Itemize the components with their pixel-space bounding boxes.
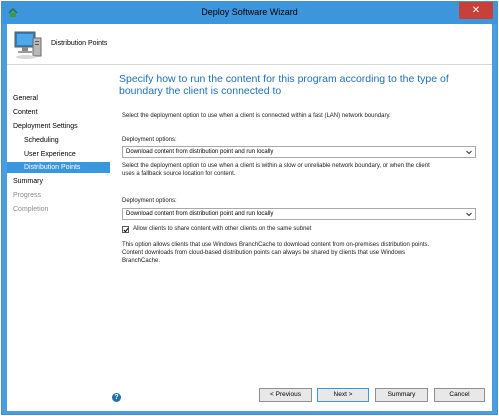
nav-item-content[interactable]: Content [7, 107, 110, 118]
help-icon[interactable]: ? [112, 393, 121, 402]
page-title: Distribution Points [51, 40, 108, 47]
nav-item-summary[interactable]: Summary [7, 176, 110, 187]
next-button[interactable]: Next > [317, 388, 369, 402]
wizard-window: Deploy Software Wizard ✕ Distribution Po… [1, 1, 498, 415]
deployment-options-label-1: Deployment options: [122, 137, 177, 143]
deployment-options-value-2: Download content from distribution point… [126, 211, 274, 217]
computer-monitor-icon [14, 31, 42, 59]
nav-item-progress: Progress [13, 192, 42, 199]
checkmark-icon [123, 227, 129, 233]
nav-item-deployment-settings[interactable]: Deployment Settings [7, 121, 110, 132]
wizard-header: Distribution Points [7, 24, 492, 65]
previous-button[interactable]: < Previous [259, 388, 312, 402]
wizard-body: Distribution Points General Content Depl… [7, 24, 492, 411]
nav-item-distribution-points[interactable]: Distribution Points [7, 162, 110, 173]
nav-item-scheduling[interactable]: Scheduling [7, 135, 110, 146]
fast-boundary-description: Select the deployment option to use when… [122, 113, 391, 119]
share-content-checkbox[interactable] [122, 226, 129, 233]
title-bar: Deploy Software Wizard ✕ [2, 2, 497, 24]
slow-boundary-description-line1: Select the deployment option to use when… [122, 163, 430, 169]
deployment-options-select-slow[interactable]: Download content from distribution point… [122, 208, 476, 220]
branchcache-description-line3: BranchCache. [122, 258, 161, 264]
close-button[interactable]: ✕ [459, 2, 493, 19]
slow-boundary-description-line2: uses a fallback source location for cont… [122, 171, 236, 177]
chevron-down-icon [466, 212, 472, 217]
branchcache-description-line2: Content downloads from cloud-based distr… [122, 250, 406, 256]
chevron-down-icon [466, 150, 472, 155]
nav-item-general[interactable]: General [7, 93, 110, 104]
nav-item-completion: Completion [13, 206, 49, 213]
deployment-options-label-2: Deployment options: [122, 198, 177, 204]
main-panel: Specify how to run the content for this … [110, 66, 492, 379]
nav-item-user-experience[interactable]: User Experience [7, 149, 110, 160]
cancel-button[interactable]: Cancel [434, 388, 485, 402]
share-content-label[interactable]: Allow clients to share content with othe… [133, 226, 311, 234]
branchcache-description-line1: This option allows clients that use Wind… [122, 242, 430, 248]
summary-button[interactable]: Summary [375, 388, 428, 402]
main-heading: Specify how to run the content for this … [119, 73, 449, 97]
wizard-footer: ? < Previous Next > Summary Cancel [7, 379, 492, 411]
wizard-nav: General Content Deployment Settings Sche… [7, 66, 110, 411]
window-title: Deploy Software Wizard [201, 7, 298, 17]
deployment-options-select-fast[interactable]: Download content from distribution point… [122, 146, 476, 158]
deployment-options-value-1: Download content from distribution point… [126, 149, 274, 155]
